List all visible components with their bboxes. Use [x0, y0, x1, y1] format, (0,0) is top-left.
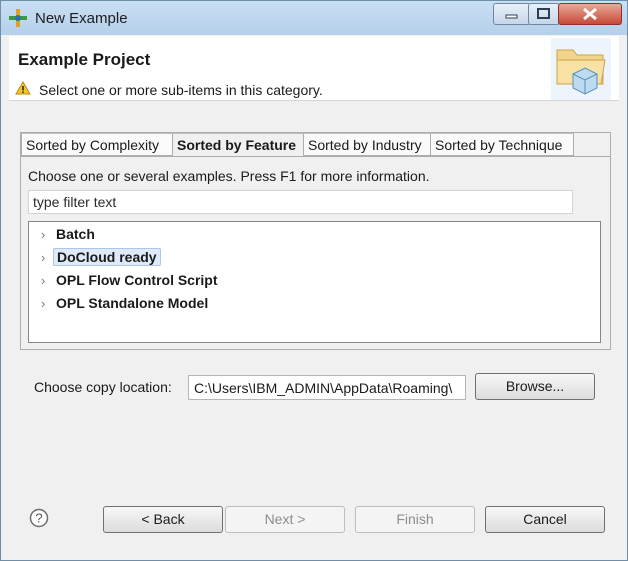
tab-content: Choose one or several examples. Press F1…: [21, 156, 610, 350]
window-title: New Example: [35, 10, 128, 27]
instruction-text: Choose one or several examples. Press F1…: [28, 168, 430, 184]
wizard-header: Example Project Select one or more sub-i…: [9, 36, 619, 101]
minimize-icon: [505, 14, 518, 19]
warning-icon: [15, 81, 31, 95]
folder-cube-icon: [551, 38, 611, 100]
help-icon[interactable]: ?: [29, 508, 49, 528]
svg-text:?: ?: [35, 511, 42, 526]
close-icon: [583, 7, 597, 21]
tree-item-opl-standalone-model[interactable]: › OPL Standalone Model: [41, 292, 211, 314]
minimize-button[interactable]: [493, 3, 531, 25]
dialog-window: New Example Example Project Select one o…: [0, 0, 628, 561]
tab-sorted-by-feature[interactable]: Sorted by Feature: [172, 133, 304, 157]
copy-location-label: Choose copy location:: [34, 379, 172, 395]
tree-item-batch[interactable]: › Batch: [41, 223, 98, 245]
tab-sorted-by-complexity[interactable]: Sorted by Complexity: [21, 133, 173, 156]
chevron-right-icon[interactable]: ›: [41, 224, 53, 246]
copy-location-input[interactable]: [188, 375, 466, 400]
examples-tree[interactable]: › Batch › DoCloud ready › OPL Flow Control …: [28, 221, 601, 343]
page-message: Select one or more sub-items in this cat…: [39, 82, 323, 98]
app-icon: [9, 9, 27, 27]
chevron-right-icon[interactable]: ›: [41, 247, 53, 269]
tab-sorted-by-industry[interactable]: Sorted by Industry: [303, 133, 431, 156]
title-bar[interactable]: New Example: [1, 1, 627, 35]
maximize-icon: [537, 8, 550, 19]
chevron-right-icon[interactable]: ›: [41, 293, 53, 315]
tab-sorted-by-technique[interactable]: Sorted by Technique: [430, 133, 574, 156]
browse-button[interactable]: Browse...: [475, 373, 595, 400]
filter-input[interactable]: [28, 190, 573, 214]
finish-button[interactable]: Finish: [355, 506, 475, 533]
tab-folder: Sorted by Complexity Sorted by Feature S…: [20, 132, 611, 350]
chevron-right-icon[interactable]: ›: [41, 270, 53, 292]
back-button[interactable]: < Back: [103, 506, 223, 533]
next-button[interactable]: Next >: [225, 506, 345, 533]
tree-item-opl-flow-control-script[interactable]: › OPL Flow Control Script: [41, 269, 221, 291]
maximize-button[interactable]: [528, 3, 560, 25]
page-title: Example Project: [18, 50, 151, 69]
close-button[interactable]: [558, 3, 622, 25]
cancel-button[interactable]: Cancel: [485, 506, 605, 533]
tree-item-docloud-ready[interactable]: › DoCloud ready: [41, 246, 161, 268]
